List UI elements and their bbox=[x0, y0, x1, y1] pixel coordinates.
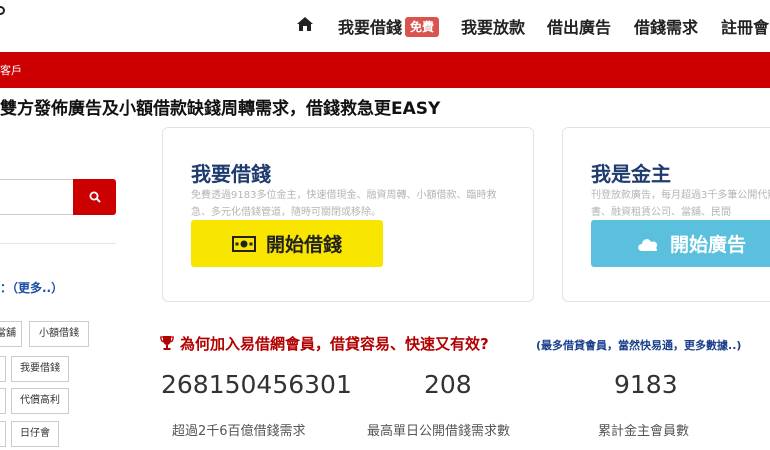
card-title: 我要借錢 bbox=[191, 162, 271, 186]
nav-lending-ads[interactable]: 借出廣告 bbox=[547, 14, 611, 38]
tag-pawnshop[interactable]: 當舖 bbox=[0, 321, 22, 347]
stat-lenders-value: 9183 bbox=[614, 370, 678, 399]
search-input[interactable] bbox=[0, 179, 74, 215]
free-badge: 免費 bbox=[405, 17, 440, 37]
stat-lenders-label: 累計金主會員數 bbox=[598, 424, 690, 439]
trophy-icon bbox=[160, 336, 174, 350]
card-description: 免費透過9183多位金主，快速借現金、融資周轉、小額借款、臨時救急、多元化借錢管… bbox=[191, 190, 497, 218]
tag-daily-loan[interactable]: 日仔會 bbox=[11, 421, 59, 447]
lender-card: 我是金主 刊登放款廣告，每月超過3千多筆公開代辦代書、融資租賃公司、當舖、民間 … bbox=[562, 127, 770, 302]
category-title[interactable]: ：（更多..） bbox=[0, 279, 63, 296]
stat-daily-max-value: 208 bbox=[424, 370, 472, 399]
tag-borrow[interactable]: 我要借錢 bbox=[11, 356, 69, 382]
money-icon bbox=[231, 235, 256, 252]
nav-register[interactable]: 註冊會 bbox=[721, 14, 769, 38]
stat-total-requests-value: 268150456301 bbox=[161, 370, 352, 399]
red-banner: 客戶 bbox=[0, 52, 770, 88]
nav-lend[interactable]: 我要放款 bbox=[461, 14, 525, 38]
stat-daily-max-label: 最高單日公開借錢需求數 bbox=[367, 424, 511, 439]
banner-text: 客戶 bbox=[0, 64, 22, 77]
tag-partial[interactable] bbox=[0, 388, 6, 414]
start-borrow-label: 開始借錢 bbox=[265, 234, 342, 256]
start-ad-button[interactable]: 開始廣告 bbox=[591, 220, 770, 267]
why-join-title: 為何加入易借網會員，借貸容易、快速又有效? bbox=[180, 335, 489, 353]
more-stats-link[interactable]: (最多借貸會員，當然快易通，更多數據..) bbox=[536, 337, 741, 353]
start-borrow-button[interactable]: 開始借錢 bbox=[191, 220, 383, 267]
tag-partial[interactable] bbox=[0, 421, 6, 447]
stat-total-requests-label: 超過2千6百億借錢需求 bbox=[172, 424, 306, 439]
tag-refinance[interactable]: 代償高利 bbox=[11, 388, 69, 414]
search-icon bbox=[89, 191, 101, 203]
nav-borrow[interactable]: 我要借錢 bbox=[338, 14, 402, 38]
nav-borrow-requests[interactable]: 借錢需求 bbox=[634, 14, 698, 38]
card-title: 我是金主 bbox=[591, 162, 671, 186]
top-navbar: 我要借錢 免費 我要放款 借出廣告 借錢需求 註冊會 bbox=[0, 0, 770, 52]
cloud-icon bbox=[638, 238, 658, 251]
borrow-card: 我要借錢 免費透過9183多位金主，快速借現金、融資周轉、小額借款、臨時救急、多… bbox=[162, 127, 534, 302]
search-button[interactable] bbox=[73, 179, 116, 215]
logo[interactable] bbox=[0, 6, 5, 15]
tag-small-loan[interactable]: 小額借錢 bbox=[29, 321, 89, 347]
home-icon[interactable] bbox=[297, 17, 313, 31]
start-ad-label: 開始廣告 bbox=[669, 234, 746, 256]
sidebar-divider bbox=[0, 243, 116, 244]
page-headline: 雙方發佈廣告及小額借款缺錢周轉需求，借錢救急更EASY bbox=[0, 99, 441, 119]
tag-partial[interactable] bbox=[0, 356, 6, 382]
card-description: 刊登放款廣告，每月超過3千多筆公開代辦代書、融資租賃公司、當舖、民間 bbox=[591, 190, 770, 218]
